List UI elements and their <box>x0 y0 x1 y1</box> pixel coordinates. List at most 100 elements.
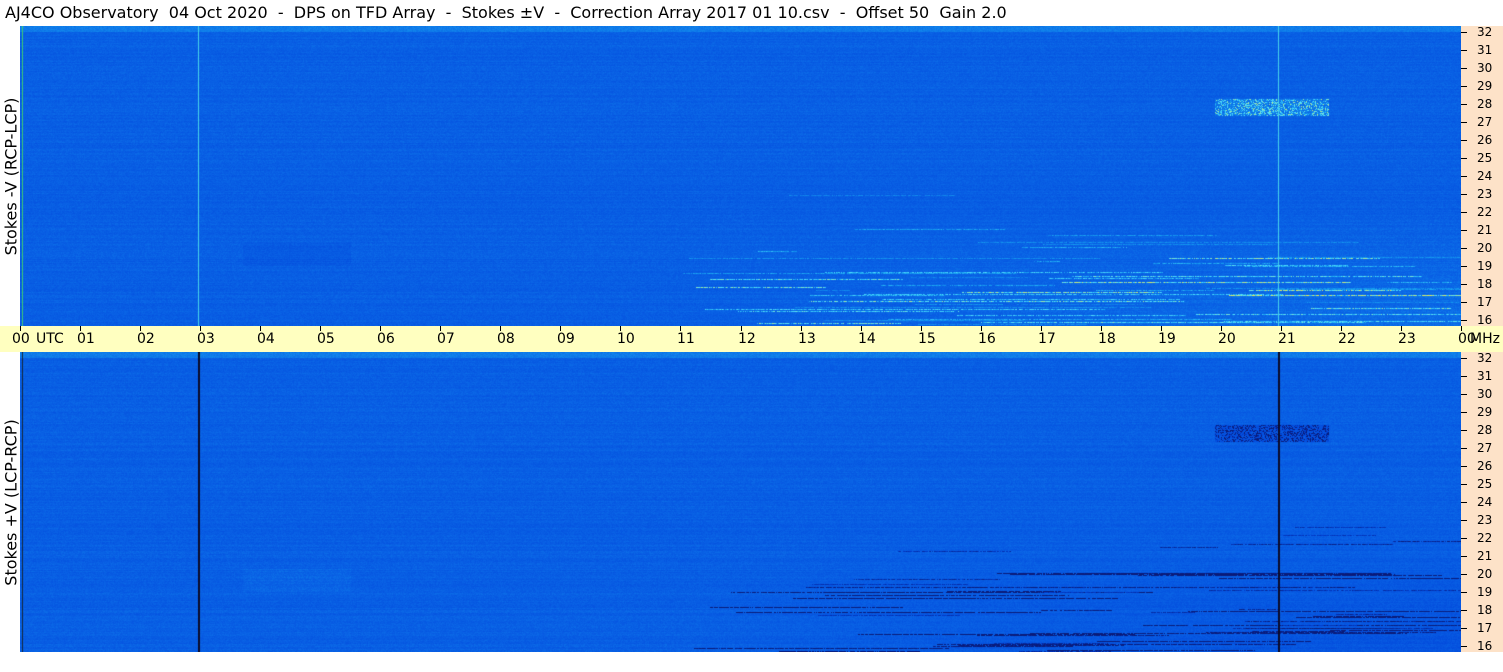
time-tick-label: 07 <box>437 331 455 347</box>
frequency-tick-bottom <box>1461 502 1467 503</box>
frequency-tick-top <box>1461 50 1467 51</box>
y-axis-label-bottom: Stokes +V (LCP-RCP) <box>1 352 21 652</box>
frequency-tick-label-bottom: 31 <box>1477 369 1493 383</box>
frequency-axis-bottom: 32 31 30 29 28 27 26 25 24 23 22 21 20 19 18 17 16 <box>1461 351 1503 653</box>
frequency-tick-bottom <box>1461 376 1467 377</box>
frequency-tick-bottom <box>1461 556 1467 557</box>
frequency-tick-top <box>1461 158 1467 159</box>
frequency-tick-top <box>1461 266 1467 267</box>
frequency-tick-bottom <box>1461 430 1467 431</box>
time-tick-label: 17 <box>1038 331 1056 347</box>
frequency-tick-label-bottom: 20 <box>1477 567 1493 581</box>
time-tick-label: 10 <box>617 331 635 347</box>
frequency-tick-bottom <box>1461 448 1467 449</box>
frequency-tick-label-bottom: 27 <box>1477 441 1493 455</box>
frequency-tick-label-top: 20 <box>1477 241 1493 255</box>
frequency-tick-label-top: 30 <box>1477 61 1493 75</box>
frequency-tick-label-top: 28 <box>1477 97 1493 111</box>
frequency-tick-top <box>1461 122 1467 123</box>
time-tick-label: 08 <box>497 331 515 347</box>
time-tick-label: 18 <box>1098 331 1116 347</box>
frequency-tick-label-top: 26 <box>1477 133 1493 147</box>
spectrogram-top <box>20 26 1461 326</box>
y-axis-label-top: Stokes -V (RCP-LCP) <box>1 26 21 326</box>
chart-title: AJ4CO Observatory 04 Oct 2020 - DPS on T… <box>5 3 1007 22</box>
frequency-tick-top <box>1461 320 1467 321</box>
y-axis-label-bottom-text: Stokes +V (LCP-RCP) <box>1 418 21 586</box>
time-tick-label: 14 <box>858 331 876 347</box>
time-tick-label: 11 <box>677 331 695 347</box>
frequency-tick-label-bottom: 16 <box>1477 639 1493 653</box>
time-tick-label: 09 <box>557 331 575 347</box>
time-tick-label: 12 <box>738 331 756 347</box>
time-tick-label: 15 <box>918 331 936 347</box>
frequency-tick-label-bottom: 17 <box>1477 621 1493 635</box>
frequency-tick-bottom <box>1461 628 1467 629</box>
frequency-tick-label-top: 16 <box>1477 313 1493 327</box>
frequency-tick-label-bottom: 25 <box>1477 477 1493 491</box>
time-axis: 00 01 02 03 04 05 06 07 08 09 10 11 12 13 14 15 16 17 18 19… <box>0 326 1503 352</box>
frequency-tick-label-top: 18 <box>1477 277 1493 291</box>
frequency-tick-top <box>1461 32 1467 33</box>
frequency-tick-top <box>1461 140 1467 141</box>
frequency-unit-label: MHz <box>1470 331 1500 347</box>
frequency-tick-bottom <box>1461 466 1467 467</box>
time-tick-label: 04 <box>257 331 275 347</box>
frequency-tick-bottom <box>1461 646 1467 647</box>
frequency-tick-bottom <box>1461 394 1467 395</box>
frequency-tick-top <box>1461 212 1467 213</box>
time-tick-label: 23 <box>1398 331 1416 347</box>
frequency-tick-top <box>1461 230 1467 231</box>
spectrogram-bottom <box>20 352 1461 652</box>
frequency-tick-bottom <box>1461 358 1467 359</box>
time-tick-label: 22 <box>1338 331 1356 347</box>
frequency-tick-bottom <box>1461 592 1467 593</box>
frequency-tick-label-bottom: 22 <box>1477 531 1493 545</box>
frequency-tick-label-bottom: 26 <box>1477 459 1493 473</box>
frequency-tick-bottom <box>1461 520 1467 521</box>
frequency-tick-label-top: 17 <box>1477 295 1493 309</box>
time-tick-label: 03 <box>197 331 215 347</box>
frequency-tick-label-bottom: 24 <box>1477 495 1493 509</box>
frequency-tick-top <box>1461 284 1467 285</box>
time-tick-label: 20 <box>1218 331 1236 347</box>
frequency-tick-top <box>1461 194 1467 195</box>
frequency-tick-label-top: 23 <box>1477 187 1493 201</box>
frequency-tick-label-top: 21 <box>1477 223 1493 237</box>
time-tick-label: 02 <box>137 331 155 347</box>
frequency-tick-label-bottom: 28 <box>1477 423 1493 437</box>
time-tick-label: 16 <box>978 331 996 347</box>
frequency-tick-label-top: 25 <box>1477 151 1493 165</box>
frequency-tick-label-top: 29 <box>1477 79 1493 93</box>
frequency-tick-label-bottom: 18 <box>1477 603 1493 617</box>
frequency-tick-top <box>1461 176 1467 177</box>
time-tick-label: 06 <box>377 331 395 347</box>
frequency-tick-label-top: 31 <box>1477 43 1493 57</box>
frequency-tick-label-top: 19 <box>1477 259 1493 273</box>
time-tick-label: 13 <box>798 331 816 347</box>
time-tick-label: 19 <box>1158 331 1176 347</box>
frequency-tick-top <box>1461 86 1467 87</box>
time-tick-label: 00 <box>12 331 30 347</box>
time-tick-label: 05 <box>317 331 335 347</box>
frequency-tick-bottom <box>1461 412 1467 413</box>
frequency-tick-label-bottom: 21 <box>1477 549 1493 563</box>
frequency-tick-bottom <box>1461 610 1467 611</box>
frequency-tick-top <box>1461 104 1467 105</box>
frequency-tick-top <box>1461 68 1467 69</box>
frequency-tick-label-bottom: 30 <box>1477 387 1493 401</box>
y-axis-label-top-text: Stokes -V (RCP-LCP) <box>1 97 21 255</box>
frequency-tick-label-bottom: 23 <box>1477 513 1493 527</box>
frequency-tick-label-top: 22 <box>1477 205 1493 219</box>
frequency-tick-label-top: 32 <box>1477 25 1493 39</box>
frequency-tick-top <box>1461 302 1467 303</box>
frequency-tick-top <box>1461 248 1467 249</box>
frequency-tick-label-bottom: 19 <box>1477 585 1493 599</box>
frequency-tick-label-top: 27 <box>1477 115 1493 129</box>
frequency-tick-label-bottom: 29 <box>1477 405 1493 419</box>
frequency-tick-bottom <box>1461 484 1467 485</box>
frequency-tick-bottom <box>1461 538 1467 539</box>
frequency-tick-label-bottom: 32 <box>1477 351 1493 365</box>
frequency-axis-top: 32 31 30 29 28 27 26 25 24 23 22 21 20 19 18 17 16 <box>1461 25 1503 327</box>
frequency-tick-label-top: 24 <box>1477 169 1493 183</box>
